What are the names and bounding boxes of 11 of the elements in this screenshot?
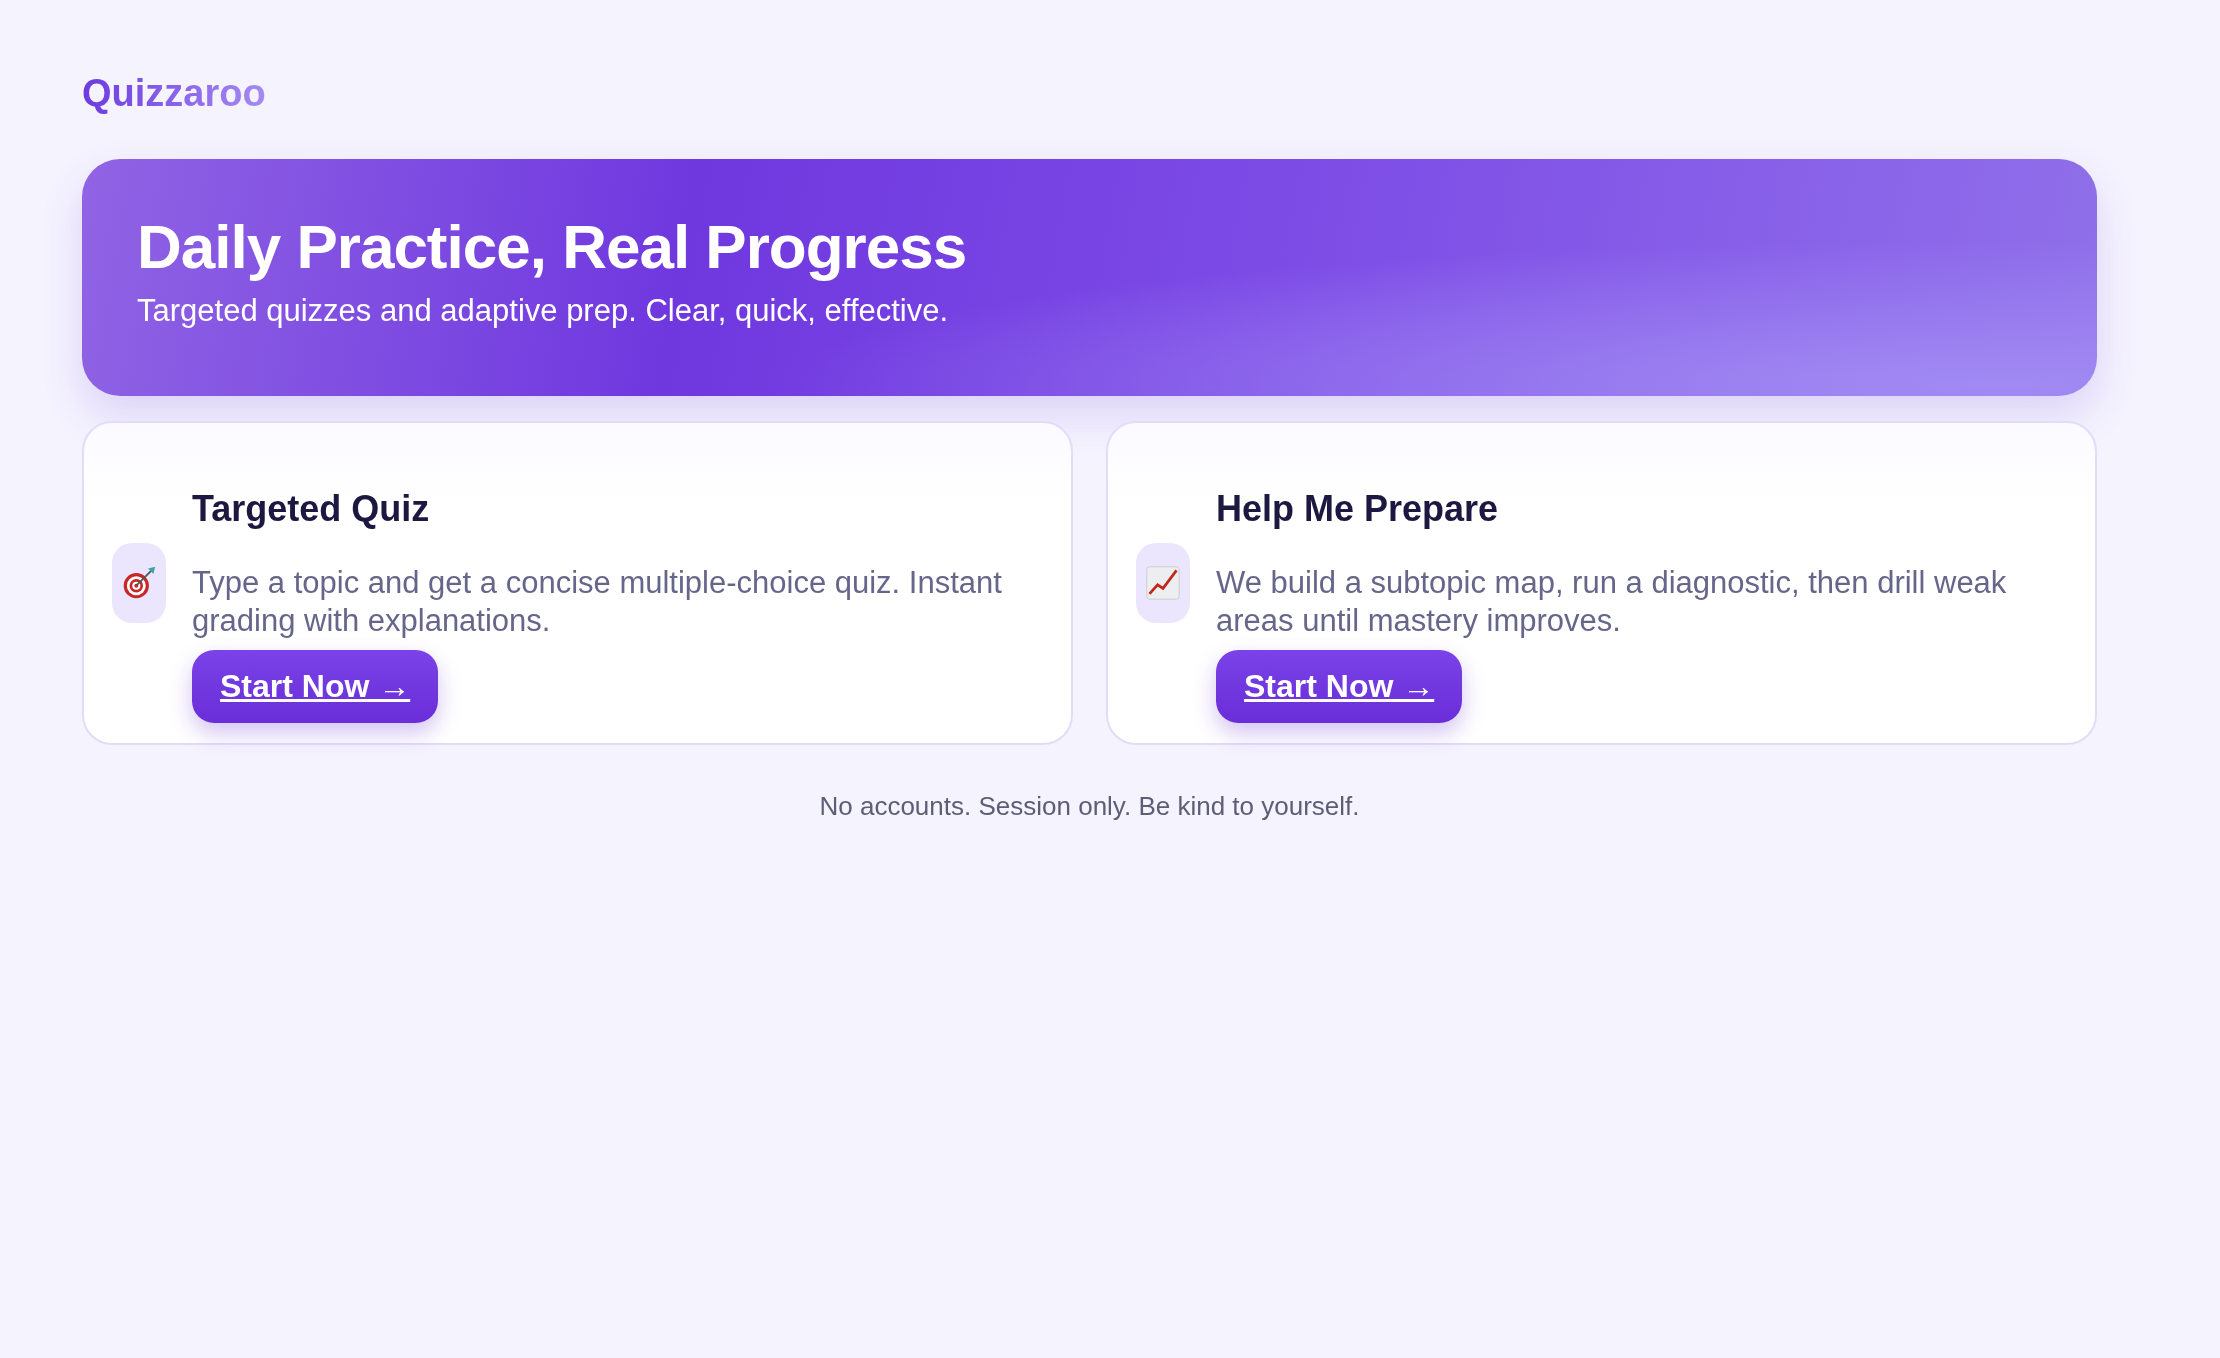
start-button[interactable]: Start Now → [192,649,439,723]
card-title: Targeted Quiz [192,487,430,530]
card-title: Help Me Prepare [1216,487,1499,530]
footer-note: No accounts. Session only. Be kind to yourself. [818,791,1361,822]
card-description: Type a topic and get a concise multiple-choice quiz. Instant grading with explanations. [192,563,1003,640]
target-icon [121,565,157,601]
hero-subtitle: Targeted quizzes and adaptive prep. Clear, quick, effective. [137,293,950,330]
hero-title: Daily Practice, Real Progress [137,213,968,282]
start-button[interactable]: Start Now → [1216,649,1463,723]
card-description: We build a subtopic map, run a diagnostic, then drill weak areas until mastery improves. [1216,563,2008,640]
chart-icon [1145,565,1181,601]
